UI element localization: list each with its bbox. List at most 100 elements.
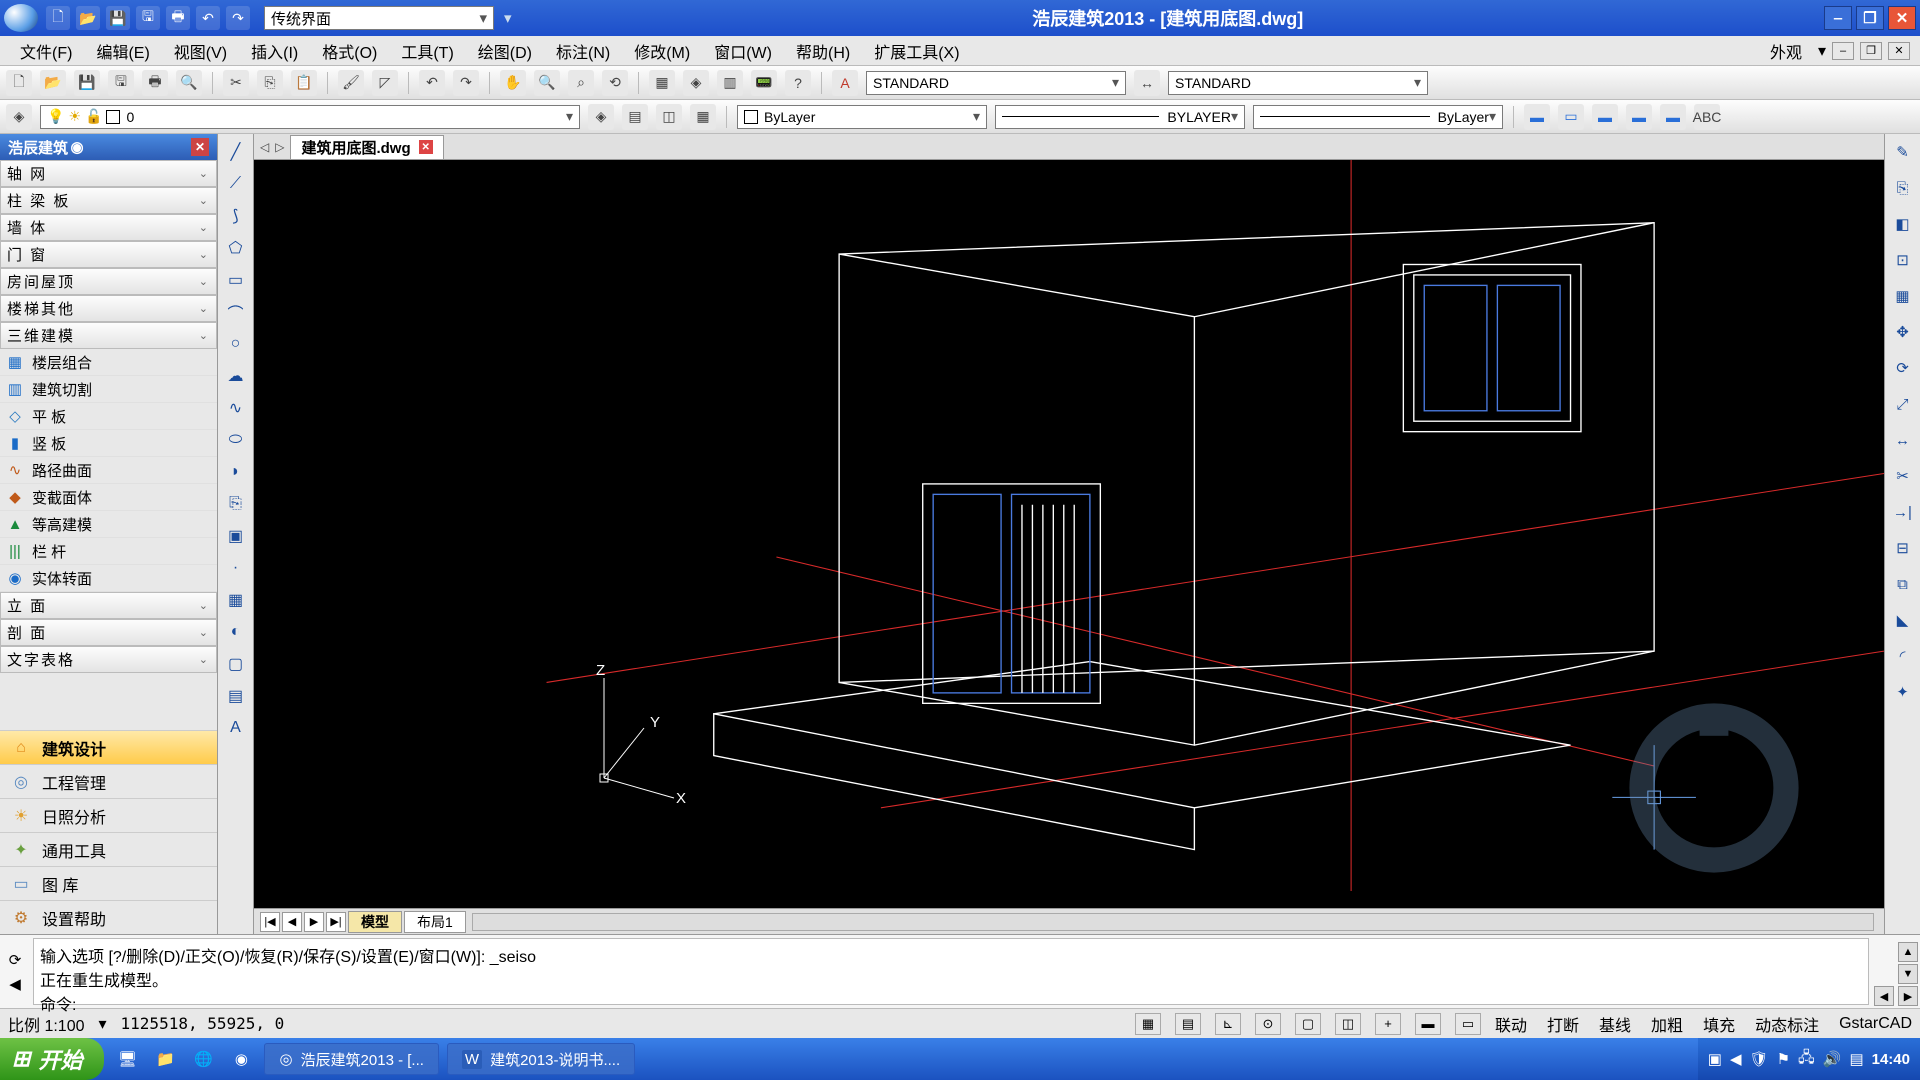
menu-dim[interactable]: 标注(N)	[546, 36, 620, 66]
palette-tab[interactable]: ⌂建筑设计	[0, 730, 217, 764]
qa-undo-icon[interactable]: ↶	[196, 6, 220, 30]
ortho-icon[interactable]: ⊾	[1215, 1013, 1241, 1035]
qa-plot-icon[interactable]: 🖶	[166, 6, 190, 30]
zoom-win-icon[interactable]: ⌕	[568, 70, 594, 96]
maximize-button[interactable]: ❐	[1856, 6, 1884, 30]
status-scale[interactable]: 比例 1:100	[8, 1012, 85, 1036]
cmd-scroll-left-icon[interactable]: ◀	[1874, 986, 1894, 1006]
cat-axis[interactable]: 轴 网⌄	[0, 160, 217, 187]
polygon-icon[interactable]: ⬠	[222, 234, 250, 262]
ql-folder-icon[interactable]: 📁	[150, 1043, 180, 1075]
move-icon[interactable]: ✥	[1889, 318, 1917, 346]
osnap-icon[interactable]: ▢	[1295, 1013, 1321, 1035]
palette-leaf[interactable]: ▦楼层组合	[0, 349, 217, 376]
doc-minimize-button[interactable]: ‒	[1832, 42, 1854, 60]
ellipsearc-icon[interactable]: ◗	[222, 458, 250, 486]
linetype-combo[interactable]: BYLAYER ▾	[995, 105, 1245, 129]
cmd-history-icon[interactable]: ⟳	[9, 951, 22, 969]
menu-help[interactable]: 帮助(H)	[786, 36, 860, 66]
doc-close-button[interactable]: ✕	[1888, 42, 1910, 60]
layer-prev-icon[interactable]: ◈	[588, 104, 614, 130]
ql-desktop-icon[interactable]: 🖥	[112, 1043, 142, 1075]
model-icon[interactable]: ▭	[1455, 1013, 1481, 1035]
qa-save-icon[interactable]: 💾	[106, 6, 130, 30]
palette-leaf[interactable]: ▥建筑切割	[0, 376, 217, 403]
pan-icon[interactable]: ✋	[500, 70, 526, 96]
text-style-combo[interactable]: STANDARD ▾	[866, 71, 1126, 95]
palette-tab[interactable]: ⚙设置帮助	[0, 900, 217, 934]
color-combo[interactable]: ByLayer ▾	[737, 105, 987, 129]
cat-door[interactable]: 门 窗⌄	[0, 241, 217, 268]
insert-icon[interactable]: ⎘	[222, 490, 250, 518]
palette-close-icon[interactable]: ✕	[191, 138, 209, 156]
palette-gear-icon[interactable]: ◉	[68, 138, 86, 156]
zoom-prev-icon[interactable]: ⟲	[602, 70, 628, 96]
qa-redo-icon[interactable]: ↷	[226, 6, 250, 30]
qa-saveas-icon[interactable]: 🖫	[136, 6, 160, 30]
cmd-scroll-down-icon[interactable]: ▼	[1898, 964, 1918, 984]
tray-icon-flag[interactable]: ⚑	[1777, 1050, 1790, 1068]
calc-icon[interactable]: 📟	[751, 70, 777, 96]
otrack-icon[interactable]: ◫	[1335, 1013, 1361, 1035]
cmd-scroll-right-icon[interactable]: ▶	[1898, 986, 1918, 1006]
menu-edit[interactable]: 编辑(E)	[86, 36, 159, 66]
grid-icon[interactable]: ▤	[1175, 1013, 1201, 1035]
offset-icon[interactable]: ⊡	[1889, 246, 1917, 274]
layout-first-icon[interactable]: |◀	[260, 912, 280, 932]
cmd-scroll-up-icon[interactable]: ▲	[1898, 942, 1918, 962]
arc-icon[interactable]: ⌒	[222, 298, 250, 326]
menu-appearance[interactable]: 外观	[1760, 36, 1812, 66]
text-icon[interactable]: ABC	[1694, 104, 1720, 130]
status-toggle-fill[interactable]: 填充	[1703, 1012, 1735, 1036]
new-icon[interactable]: 🗋	[6, 70, 32, 96]
task-gstarcad[interactable]: ◎ 浩辰建筑2013 - [...	[264, 1043, 438, 1075]
join-icon[interactable]: ⧉	[1889, 570, 1917, 598]
qa-new-icon[interactable]: 🗋	[46, 6, 70, 30]
region-icon[interactable]: ▢	[222, 650, 250, 678]
erase-icon[interactable]: ✎	[1889, 138, 1917, 166]
layer-states-icon[interactable]: ▤	[622, 104, 648, 130]
cat-room[interactable]: 房间屋顶⌄	[0, 268, 217, 295]
array-icon[interactable]: ▦	[1889, 282, 1917, 310]
palette-leaf[interactable]: ◇平 板	[0, 403, 217, 430]
cmd-arrow-icon[interactable]: ◀	[9, 975, 21, 993]
ql-ie-icon[interactable]: 🌐	[188, 1043, 218, 1075]
xline-icon[interactable]: ⟋	[222, 170, 250, 198]
line-icon[interactable]: ╱	[222, 138, 250, 166]
fillet-icon[interactable]: ◜	[1889, 642, 1917, 670]
layout-scrollbar[interactable]	[472, 913, 1874, 931]
layout-next-icon[interactable]: ▶	[304, 912, 324, 932]
align-left-icon[interactable]: ▬	[1524, 104, 1550, 130]
align-top-icon[interactable]: ▬	[1626, 104, 1652, 130]
layout-tab-1[interactable]: 布局1	[404, 911, 466, 933]
saveall-icon[interactable]: 🖫	[108, 70, 134, 96]
properties-icon[interactable]: ▦	[649, 70, 675, 96]
ellipse-icon[interactable]: ⬭	[222, 426, 250, 454]
lineweight-combo[interactable]: ByLayer ▾	[1253, 105, 1503, 129]
tab-next-icon[interactable]: ▷	[275, 140, 284, 154]
align-right-icon[interactable]: ▬	[1592, 104, 1618, 130]
layer-match-icon[interactable]: ▦	[690, 104, 716, 130]
menu-file[interactable]: 文件(F)	[10, 36, 82, 66]
redo-icon[interactable]: ↷	[453, 70, 479, 96]
status-toggle-dyndim[interactable]: 动态标注	[1755, 1012, 1819, 1036]
preview-icon[interactable]: 🔍	[176, 70, 202, 96]
lwt-icon[interactable]: ▬	[1415, 1013, 1441, 1035]
status-toggle-link[interactable]: 联动	[1495, 1012, 1527, 1036]
layout-last-icon[interactable]: ▶|	[326, 912, 346, 932]
ql-chrome-icon[interactable]: ◉	[226, 1043, 256, 1075]
cat-3d[interactable]: 三维建模⌄	[0, 322, 217, 349]
ui-mode-select[interactable]: 传统界面 ▾	[264, 6, 494, 30]
layout-prev-icon[interactable]: ◀	[282, 912, 302, 932]
textstyle-icon[interactable]: A	[832, 70, 858, 96]
circle-icon[interactable]: ○	[222, 330, 250, 358]
matchprop-icon[interactable]: 🖌	[338, 70, 364, 96]
layer-manager-icon[interactable]: ◈	[6, 104, 32, 130]
tray-icon-net[interactable]: 🖧	[1798, 1047, 1815, 1072]
close-button[interactable]: ✕	[1888, 6, 1916, 30]
palette-tab[interactable]: ☀日照分析	[0, 798, 217, 832]
menu-insert[interactable]: 插入(I)	[241, 36, 308, 66]
minimize-button[interactable]: ‒	[1824, 6, 1852, 30]
trim-icon[interactable]: ✂	[1889, 462, 1917, 490]
tray-icon-vol[interactable]: 🔊	[1823, 1050, 1842, 1068]
